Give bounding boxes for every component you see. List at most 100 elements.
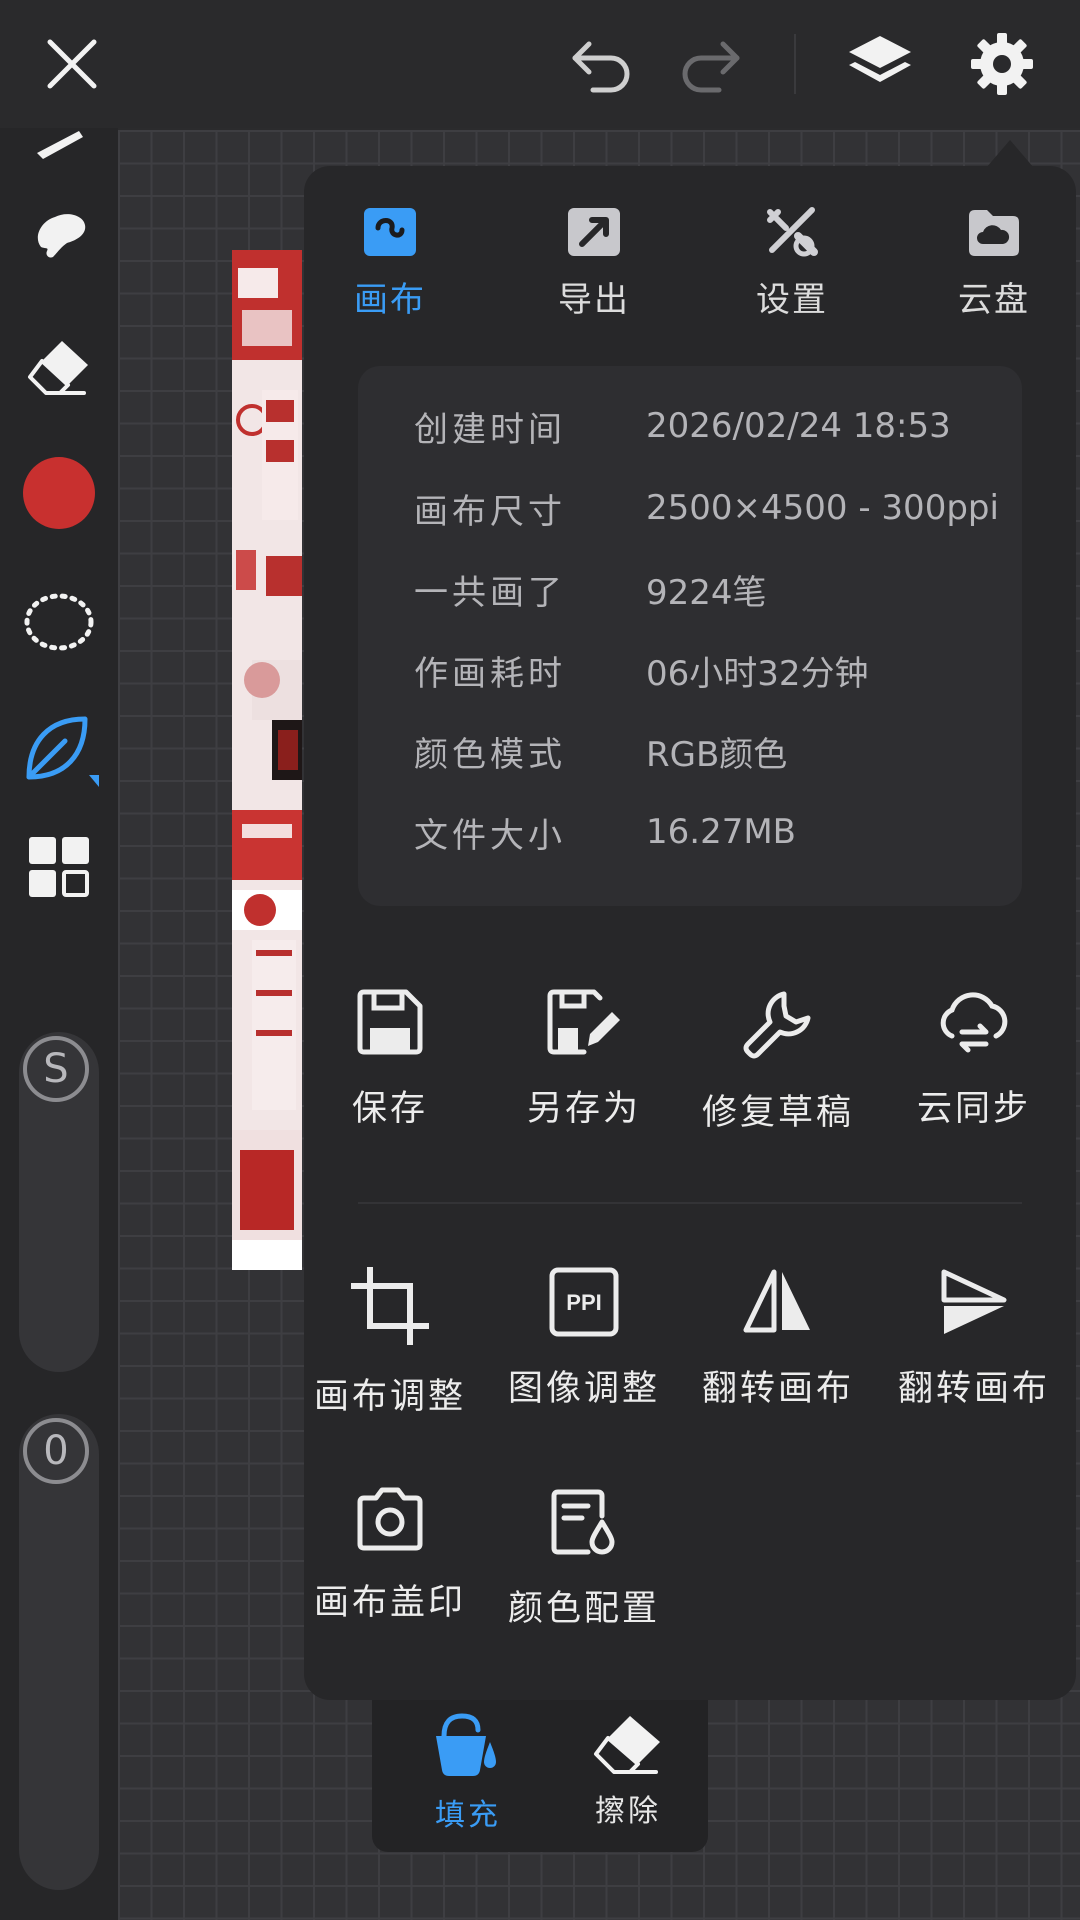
tab-canvas[interactable]: 画布 [310, 206, 470, 336]
save-icon [357, 989, 423, 1055]
undo-button[interactable] [562, 24, 642, 104]
canvas-adjust-button[interactable]: 画布调整 [300, 1266, 480, 1436]
info-value: 16.27MB [646, 812, 796, 852]
smudge-icon [37, 214, 86, 258]
undo-icon [572, 41, 630, 93]
tab-export[interactable]: 导出 [514, 206, 674, 336]
opacity-slider[interactable]: 0 [19, 1414, 99, 1890]
export-icon [568, 208, 620, 256]
flip-vertical-button[interactable]: 翻转画布 [884, 1266, 1064, 1436]
repair-draft-button[interactable]: 修复草稿 [688, 986, 868, 1156]
save-as-icon [547, 989, 620, 1055]
paint-bucket-icon [436, 1713, 496, 1776]
transform-tool[interactable] [14, 822, 104, 912]
erase-mode-label: 擦除 [595, 1794, 661, 1829]
current-color-swatch [23, 457, 95, 529]
canvas-info-box: 创建时间 2026/02/24 18:53 画布尺寸 2500×4500 - 3… [358, 366, 1022, 906]
tab-export-label: 导出 [558, 280, 630, 320]
settings-button[interactable] [962, 24, 1042, 104]
eraser-icon [594, 1716, 660, 1774]
info-row-color-mode: 颜色模式 RGB颜色 [414, 721, 1014, 781]
canvas-settings-panel: 画布 导出 设置 云盘 创建时间 2026/02/24 18:53 画布尺寸 2… [304, 166, 1076, 1700]
save-button[interactable]: 保存 [300, 986, 480, 1156]
info-value: 2026/02/24 18:53 [646, 406, 951, 446]
eraser-tool[interactable] [14, 320, 104, 410]
save-as-button[interactable]: 另存为 [494, 986, 674, 1156]
color-profile-label: 颜色配置 [507, 1589, 660, 1629]
flip-vertical-icon [941, 1269, 1007, 1334]
cloud-sync-label: 云同步 [916, 1089, 1031, 1129]
canvas-adjust-label: 画布调整 [313, 1377, 466, 1417]
image-adjust-button[interactable]: PPI 图像调整 [494, 1266, 674, 1436]
info-value: 9224笔 [646, 572, 767, 613]
gear-icon [971, 33, 1033, 95]
info-value: RGB颜色 [646, 734, 788, 775]
tab-cloud-drive-label: 云盘 [958, 280, 1030, 320]
color-profile-button[interactable]: 颜色配置 [494, 1486, 674, 1656]
info-value: 06小时32分钟 [646, 653, 869, 694]
tab-cloud-drive[interactable]: 云盘 [914, 206, 1074, 336]
info-row-duration: 作画耗时 06小时32分钟 [414, 640, 1014, 700]
info-row-size: 画布尺寸 2500×4500 - 300ppi [414, 478, 1014, 538]
redo-button[interactable] [670, 24, 750, 104]
grid-icon [29, 837, 89, 897]
fill-tool[interactable] [14, 704, 104, 794]
redo-icon [682, 41, 740, 93]
canvas-stamp-button[interactable]: 画布盖印 [300, 1486, 480, 1656]
left-toolbar: S 0 [0, 128, 118, 1920]
info-key: 一共画了 [414, 572, 566, 613]
ppi-icon: PPI [549, 1267, 619, 1337]
brush-tool-partial[interactable] [14, 98, 104, 188]
layers-button[interactable] [840, 24, 920, 104]
close-icon [47, 39, 97, 89]
camera-icon [357, 1487, 423, 1551]
crop-icon [351, 1267, 429, 1345]
flip-horizontal-label: 翻转画布 [701, 1369, 854, 1409]
canvas-stamp-label: 画布盖印 [313, 1583, 466, 1623]
opacity-slider-knob[interactable]: 0 [23, 1418, 89, 1484]
cloud-sync-icon [940, 992, 1008, 1053]
info-key: 颜色模式 [414, 734, 566, 775]
smudge-tool[interactable] [14, 190, 104, 280]
ppi-icon-text: PPI [566, 1290, 601, 1315]
pen-icon [37, 131, 83, 159]
tab-settings-label: 设置 [756, 280, 828, 320]
color-picker[interactable] [14, 448, 104, 538]
panel-pointer [986, 140, 1034, 168]
info-key: 创建时间 [414, 409, 566, 450]
close-button[interactable] [32, 24, 112, 104]
artwork-image [232, 250, 302, 1270]
leaf-icon [26, 716, 99, 787]
flip-horizontal-icon [743, 1269, 810, 1333]
flip-horizontal-button[interactable]: 翻转画布 [688, 1266, 868, 1436]
info-key: 文件大小 [414, 815, 566, 856]
tab-settings[interactable]: 设置 [712, 206, 872, 336]
lasso-tool[interactable] [14, 578, 104, 668]
section-divider [358, 1202, 1022, 1204]
layers-icon [849, 36, 911, 82]
tools-icon [767, 207, 818, 257]
fill-mode-menu: 填充 擦除 [372, 1700, 708, 1852]
info-row-strokes: 一共画了 9224笔 [414, 559, 1014, 619]
fill-mode-label: 填充 [435, 1798, 501, 1833]
eraser-icon [28, 341, 88, 395]
repair-draft-label: 修复草稿 [701, 1093, 854, 1133]
wrench-icon [743, 991, 811, 1059]
artwork-canvas[interactable] [232, 250, 302, 1270]
info-row-created: 创建时间 2026/02/24 18:53 [414, 396, 1014, 456]
info-key: 画布尺寸 [414, 491, 566, 532]
lasso-icon [24, 593, 94, 651]
canvas-icon [364, 208, 416, 256]
size-slider[interactable]: S [19, 1032, 99, 1372]
save-as-label: 另存为 [526, 1089, 641, 1129]
toolbar-divider [794, 34, 796, 94]
flip-vertical-label: 翻转画布 [897, 1369, 1050, 1409]
erase-mode-button[interactable]: 擦除 [568, 1710, 688, 1840]
fill-mode-button[interactable]: 填充 [408, 1710, 528, 1840]
size-slider-knob[interactable]: S [23, 1036, 89, 1102]
image-adjust-label: 图像调整 [507, 1369, 660, 1409]
info-row-file-size: 文件大小 16.27MB [414, 802, 1014, 862]
info-value: 2500×4500 - 300ppi [646, 488, 999, 528]
cloud-sync-button[interactable]: 云同步 [884, 986, 1064, 1156]
info-key: 作画耗时 [414, 653, 566, 694]
